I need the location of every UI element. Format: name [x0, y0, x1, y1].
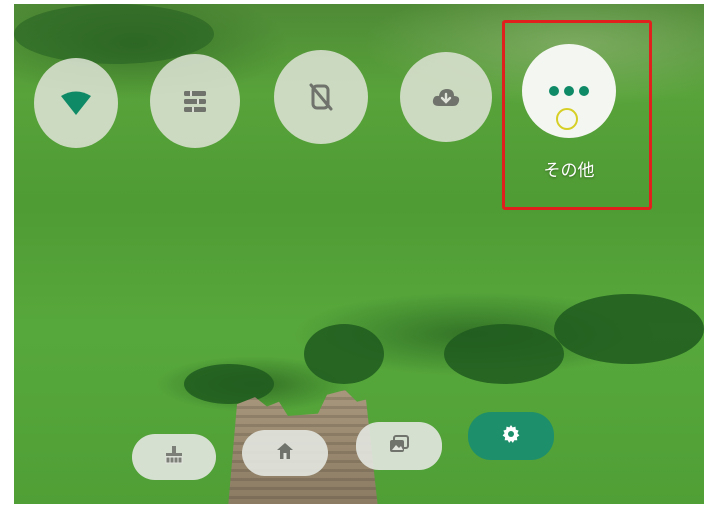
home-icon — [276, 442, 294, 464]
bush — [304, 324, 384, 384]
more-dots-icon — [548, 85, 590, 97]
gallery-button[interactable] — [356, 422, 442, 470]
cloud-download-icon — [432, 87, 460, 107]
wifi-icon — [61, 91, 91, 115]
bush — [184, 364, 274, 404]
more-label: その他 — [543, 161, 595, 181]
notifications-off-button[interactable] — [274, 50, 368, 144]
bush — [444, 324, 564, 384]
gallery-icon — [389, 435, 409, 457]
home-button[interactable] — [242, 430, 328, 476]
wifi-toggle-button[interactable] — [34, 58, 118, 148]
settings-gear-icon — [502, 425, 520, 447]
bush — [554, 294, 704, 364]
settings-button[interactable] — [468, 412, 554, 460]
notifications-off-icon — [308, 83, 334, 111]
focus-ring-indicator — [556, 108, 578, 130]
cleaner-button[interactable] — [132, 434, 216, 480]
cleaner-brush-icon — [164, 446, 184, 468]
cloud-download-button[interactable] — [400, 52, 492, 142]
list-icon — [182, 90, 208, 112]
list-toggle-button[interactable] — [150, 54, 240, 148]
